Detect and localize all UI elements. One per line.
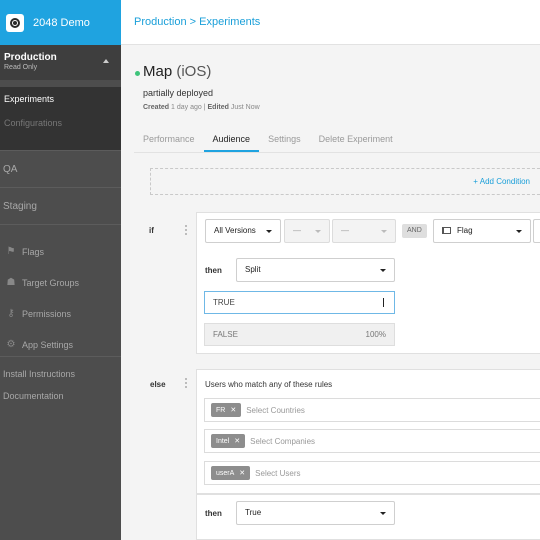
else-more-icon[interactable] — [185, 378, 187, 390]
experiment-platform: (iOS) — [176, 63, 212, 80]
top-bar: Production > Experiments — [121, 0, 540, 45]
countries-row[interactable]: FR ✕ Select Countries — [204, 398, 540, 422]
version-select[interactable]: All Versions — [205, 219, 281, 243]
experiment-name: Map — [143, 63, 173, 80]
chevron-down-icon — [380, 512, 386, 515]
sidebar-help: Install Instructions Documentation — [0, 356, 121, 407]
tab-settings[interactable]: Settings — [259, 126, 310, 152]
add-condition-dropzone[interactable]: + Add Condition — [150, 168, 540, 195]
created-label: Created — [143, 104, 170, 111]
sidebar-item-install-instructions[interactable]: Install Instructions — [0, 363, 121, 385]
if-label: if — [149, 226, 154, 235]
sidebar-item-flags[interactable]: ⚑ Flags — [0, 236, 121, 267]
company-tag: Intel ✕ — [211, 434, 246, 448]
countries-placeholder: Select Countries — [246, 405, 305, 415]
main-content: Map (iOS) partially deployed Created 1 d… — [121, 45, 540, 540]
sidebar-item-label: Target Groups — [22, 277, 80, 288]
split-false-row: FALSE 100% — [204, 323, 395, 346]
flag-select-value: Flag — [457, 226, 473, 235]
split-true-input[interactable]: TRUE — [204, 291, 395, 314]
sidebar-item-label: Permissions — [22, 308, 72, 319]
sidebar-item-label: Flags — [22, 246, 45, 257]
page-title: Map (iOS) — [143, 63, 211, 80]
app-logo-icon — [6, 13, 24, 32]
then-select[interactable]: Split — [236, 258, 395, 282]
tag-label: Intel — [216, 437, 230, 445]
chevron-down-icon — [381, 230, 387, 233]
flag-icon: ⚑ — [6, 246, 16, 257]
collapse-caret-icon[interactable] — [103, 59, 109, 63]
tag-label: FR — [216, 406, 226, 414]
environment-subtitle: Read Only — [4, 64, 38, 71]
users-row[interactable]: userA ✕ Select Users — [204, 461, 540, 485]
else-then-select[interactable]: True — [236, 501, 395, 525]
if-more-icon[interactable] — [185, 225, 187, 237]
companies-placeholder: Select Companies — [250, 436, 316, 446]
gear-icon: ⚙ — [6, 339, 16, 350]
chevron-down-icon — [380, 269, 386, 272]
and-operator: AND — [402, 224, 427, 238]
sidebar-item-label: App Settings — [22, 339, 74, 350]
sidebar: 2048 Demo Production Read Only Experimen… — [0, 0, 121, 540]
tab-delete-experiment[interactable]: Delete Experiment — [310, 126, 402, 152]
environment-header[interactable]: Production Read Only — [0, 45, 121, 80]
country-tag: FR ✕ — [211, 403, 242, 417]
version-select-value: All Versions — [214, 226, 256, 235]
value-select[interactable]: — — [332, 219, 396, 243]
then-label: then — [205, 266, 222, 275]
else-label: else — [150, 380, 166, 389]
key-icon: ⚷ — [7, 308, 15, 319]
experiment-meta: Created 1 day ago | Edited Just Now — [143, 104, 260, 111]
close-icon[interactable]: ✕ — [234, 437, 240, 445]
app-brand[interactable]: 2048 Demo — [0, 0, 121, 45]
split-false-value: 100% — [365, 330, 386, 339]
user-tag: userA ✕ — [211, 466, 251, 480]
sidebar-item-permissions[interactable]: ⚷ Permissions — [0, 298, 121, 329]
users-placeholder: Select Users — [255, 468, 301, 478]
tag-label: userA — [216, 469, 235, 477]
value-select-value: — — [341, 226, 349, 235]
environment-title: Production — [4, 52, 57, 63]
add-condition-button[interactable]: + Add Condition — [473, 177, 530, 186]
operator-select[interactable]: — — [284, 219, 330, 243]
else-then-label: then — [205, 509, 222, 518]
edited-value: Just Now — [230, 104, 260, 111]
text-cursor — [383, 298, 384, 307]
chevron-down-icon — [315, 230, 321, 233]
flag-icon — [442, 227, 451, 234]
operator-select-value: — — [293, 226, 301, 235]
sidebar-item-configurations[interactable]: Configurations — [0, 111, 121, 135]
sidebar-item-staging[interactable]: Staging — [0, 187, 121, 224]
split-true-label: TRUE — [213, 298, 235, 307]
next-select[interactable] — [533, 219, 540, 243]
tab-performance[interactable]: Performance — [134, 126, 204, 152]
created-value: 1 day ago — [171, 104, 202, 111]
sidebar-tools: ⚑ Flags ☗ Target Groups ⚷ Permissions ⚙ … — [0, 224, 121, 356]
sidebar-item-documentation[interactable]: Documentation — [0, 385, 121, 407]
chevron-down-icon — [516, 230, 522, 233]
edited-label: Edited — [207, 104, 229, 111]
else-rules-title: Users who match any of these rules — [205, 380, 333, 389]
meta-separator: | — [203, 104, 206, 111]
sidebar-item-experiments[interactable]: Experiments — [0, 87, 121, 111]
status-dot-icon — [135, 71, 140, 76]
close-icon[interactable]: ✕ — [230, 406, 236, 414]
flag-select[interactable]: Flag — [433, 219, 531, 243]
else-then-select-value: True — [245, 508, 262, 517]
breadcrumb[interactable]: Production > Experiments — [134, 16, 260, 28]
experiment-tabs: Performance Audience Settings Delete Exp… — [134, 126, 540, 153]
experiment-status: partially deployed — [143, 88, 214, 98]
sidebar-item-target-groups[interactable]: ☗ Target Groups — [0, 267, 121, 298]
close-icon[interactable]: ✕ — [239, 469, 245, 477]
users-icon: ☗ — [6, 277, 16, 288]
app-name: 2048 Demo — [33, 16, 90, 29]
tab-audience[interactable]: Audience — [203, 126, 260, 152]
then-select-value: Split — [245, 265, 261, 274]
companies-row[interactable]: Intel ✕ Select Companies — [204, 429, 540, 453]
sidebar-item-qa[interactable]: QA — [0, 150, 121, 187]
split-false-label: FALSE — [213, 330, 238, 339]
chevron-down-icon — [266, 230, 272, 233]
environment-menu: Experiments Configurations — [0, 87, 121, 150]
